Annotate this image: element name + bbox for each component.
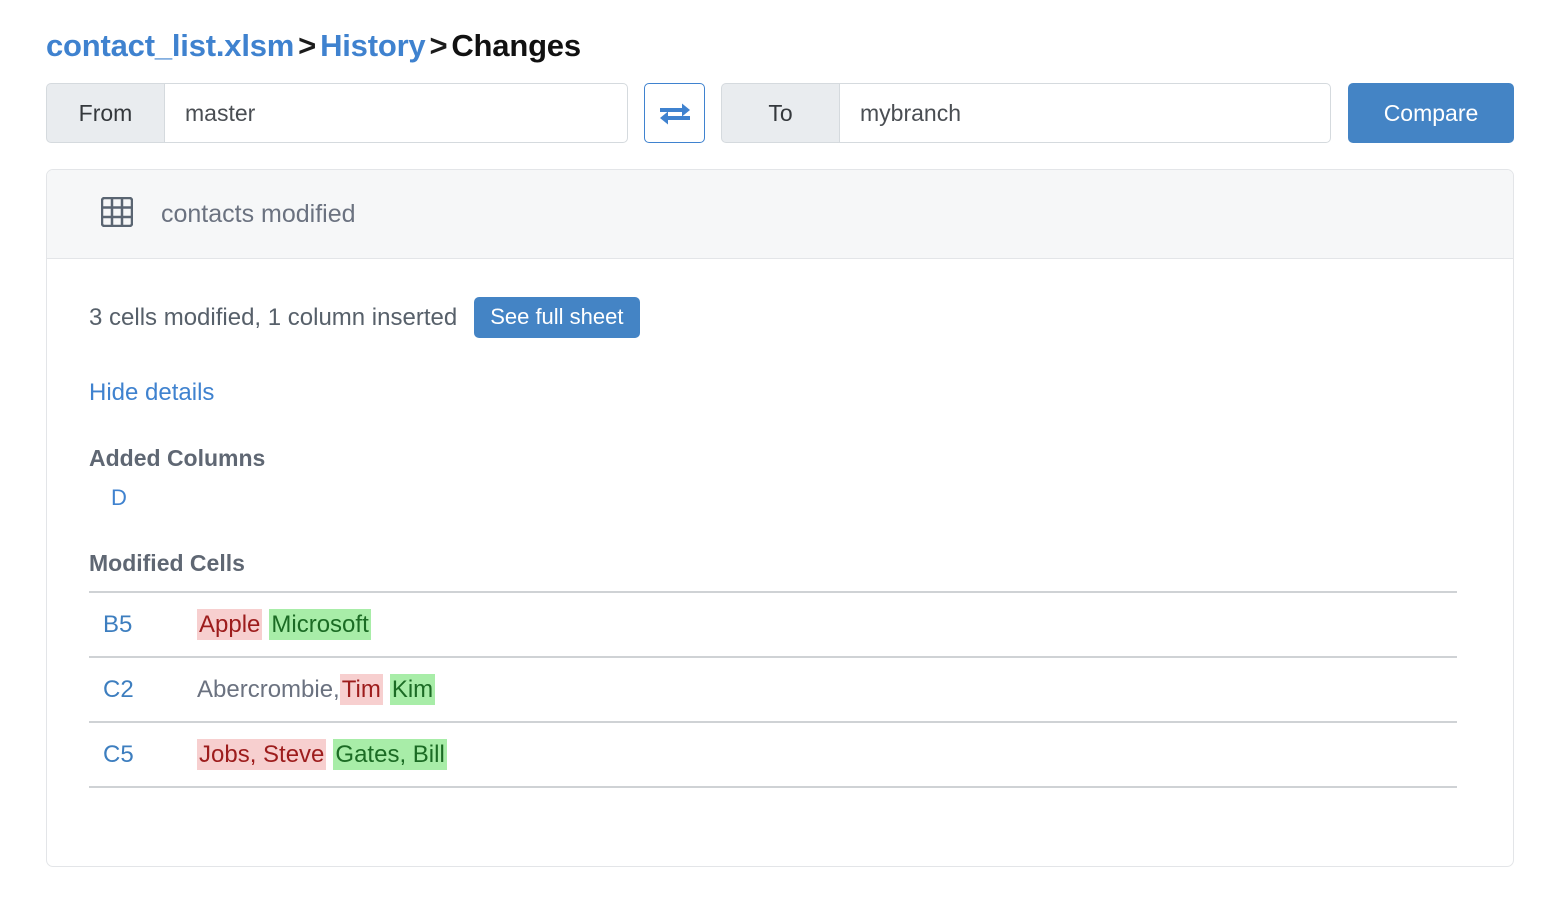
sheet-diff-card-header: contacts modified — [47, 170, 1513, 259]
change-summary-text: 3 cells modified, 1 column inserted — [89, 303, 458, 331]
table-row: B5 Apple Microsoft — [89, 591, 1457, 657]
sheet-diff-card: contacts modified 3 cells modified, 1 co… — [46, 169, 1514, 867]
table-grid-icon — [100, 196, 134, 232]
cell-diff-cell: Apple Microsoft — [197, 591, 1457, 657]
modified-cells-table-body: B5 Apple Microsoft C2 Abercrombie,Tim Kim C5 Jo… — [89, 591, 1457, 788]
table-row: C5 Jobs, Steve Gates, Bill — [89, 721, 1457, 788]
table-row: C2 Abercrombie,Tim Kim — [89, 656, 1457, 722]
diff-segment-del: Apple — [197, 608, 263, 640]
breadcrumb-separator-1: > — [298, 28, 317, 63]
diff-segment-ins: Gates, Bill — [333, 738, 447, 770]
cell-diff-cell: Abercrombie,Tim Kim — [197, 656, 1457, 722]
sheet-name-label: contacts modified — [161, 199, 356, 228]
summary-row: 3 cells modified, 1 column inserted See … — [89, 297, 1473, 338]
diff-segment-equal: Abercrombie, — [197, 675, 340, 703]
cell-diff-cell: Jobs, Steve Gates, Bill — [197, 721, 1457, 788]
compare-button[interactable]: Compare — [1348, 83, 1514, 143]
modified-cells-table: B5 Apple Microsoft C2 Abercrombie,Tim Kim C5 Jo… — [89, 591, 1457, 788]
added-columns-list: D — [89, 485, 1473, 511]
changes-page: contact_list.xlsm > History > Changes From m… — [0, 0, 1560, 906]
modified-cells-title: Modified Cells — [89, 550, 245, 576]
swap-branches-button[interactable] — [644, 83, 705, 143]
added-columns-title: Added Columns — [89, 445, 266, 471]
to-input-group: To mybranch — [721, 83, 1331, 143]
compare-bar: From master To mybranch Compare — [46, 83, 1514, 143]
cell-reference-cell: C2 — [89, 656, 197, 722]
breadcrumb-file-link[interactable]: contact_list.xlsm — [46, 28, 294, 63]
breadcrumb-current: Changes — [451, 28, 581, 63]
see-full-sheet-button[interactable]: See full sheet — [474, 297, 640, 338]
breadcrumb: contact_list.xlsm > History > Changes — [46, 0, 1514, 70]
cell-reference-link[interactable]: B5 — [103, 611, 132, 638]
toggle-details-link[interactable]: Hide details — [89, 379, 214, 407]
cell-reference-link[interactable]: C2 — [103, 676, 134, 703]
diff-segment-ins: Kim — [389, 673, 436, 705]
sheet-diff-card-body: 3 cells modified, 1 column inserted See … — [47, 259, 1513, 788]
added-column-item[interactable]: D — [111, 485, 127, 510]
from-input-group: From master — [46, 83, 628, 143]
cell-reference-cell: C5 — [89, 721, 197, 788]
from-input[interactable]: master — [164, 83, 628, 143]
diff-segment-ins: Microsoft — [269, 608, 371, 640]
cell-reference-link[interactable]: C5 — [103, 741, 134, 768]
swap-arrows-icon — [658, 100, 692, 126]
to-input[interactable]: mybranch — [839, 83, 1331, 143]
breadcrumb-history-link[interactable]: History — [320, 28, 426, 63]
breadcrumb-separator-2: > — [429, 28, 448, 63]
from-label: From — [46, 83, 164, 143]
diff-segment-del: Jobs, Steve — [197, 738, 327, 770]
to-label: To — [721, 83, 839, 143]
diff-segment-del: Tim — [339, 673, 383, 705]
cell-reference-cell: B5 — [89, 591, 197, 657]
